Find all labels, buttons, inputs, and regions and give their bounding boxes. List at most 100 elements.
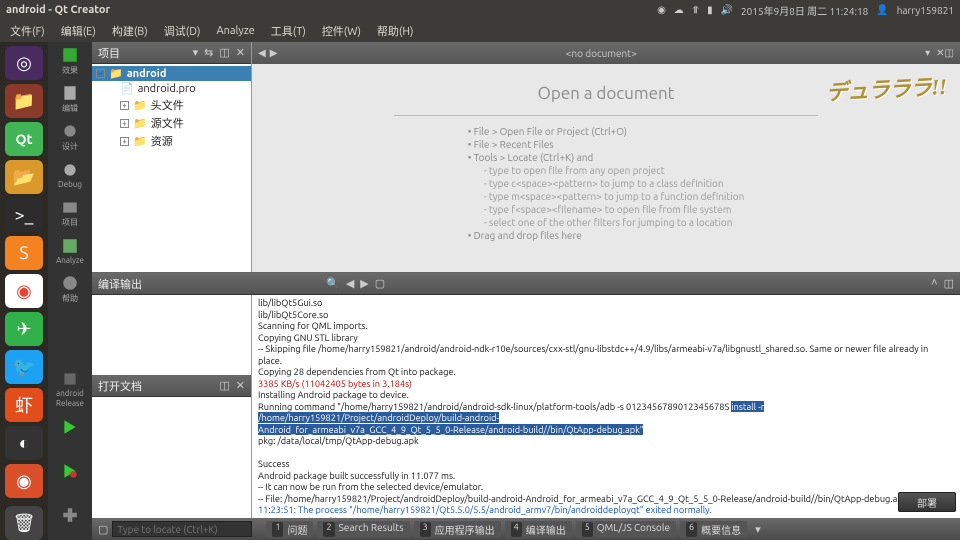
menu-帮助(H)[interactable]: 帮助(H) [371, 21, 420, 41]
close-pane-icon[interactable]: ✕ [236, 46, 245, 59]
mode-edit[interactable]: 编辑 [50, 80, 90, 118]
output-tab-4[interactable]: 4编译输出 [505, 521, 572, 538]
mode-help[interactable]: 帮助 [50, 270, 90, 308]
hint-line: • Tools > Locate (Ctrl+K) and [468, 152, 745, 163]
file-icon: 📄 [120, 82, 134, 95]
locator-input[interactable] [112, 521, 252, 537]
launcher-app-icon[interactable]: ✈ [5, 312, 43, 346]
opendoc-split-icon[interactable]: ◫ [219, 379, 229, 392]
output-line: pkg: /data/local/tmp/QtApp-debug.apk [258, 435, 954, 447]
menu-文件(F)[interactable]: 文件(F) [4, 21, 51, 41]
status-bar: ▢ 1问题2Search Results 3应用程序输出4编译输出5QML/JS … [92, 518, 960, 540]
locator-icon[interactable]: ▢ [98, 523, 108, 536]
compile-output-header: 编译输出 🔍 ◀ ▶ ▢ ˄ ◫ [92, 273, 960, 295]
output-tab-3[interactable]: 3应用程序输出 [414, 521, 501, 538]
launcher-app3-icon[interactable]: ◉ [5, 464, 43, 498]
welcome-placeholder: デュラララ!! Open a document • File > Open Fi… [252, 64, 960, 272]
wifi-icon[interactable]: ⥣ [692, 4, 699, 16]
nav-fwd-icon[interactable]: ▶ [270, 47, 278, 59]
network-icon[interactable]: ◉ [657, 4, 666, 16]
launcher-app2-icon[interactable]: ◐ [5, 426, 43, 460]
clear-icon[interactable]: ▢ [375, 277, 385, 290]
launcher-files-icon[interactable]: 📁 [5, 84, 43, 118]
volume-icon[interactable]: 🔊 [721, 4, 733, 16]
split-editor-icon[interactable]: ▾ [925, 47, 930, 59]
launcher-trash-icon[interactable]: 🗑 [5, 506, 43, 540]
compile-output-title: 编译输出 [98, 276, 142, 292]
expand-icon[interactable]: + [120, 101, 129, 110]
tree-item[interactable]: + 📁 源文件 [92, 114, 251, 132]
mode-design[interactable]: 设计 [50, 118, 90, 156]
output-line: Success [258, 458, 954, 470]
menu-构建(B)[interactable]: 构建(B) [106, 21, 154, 41]
mode-proj[interactable]: 项目 [50, 194, 90, 232]
kit-selector[interactable]: android Release [50, 370, 90, 408]
minimize-editor-icon[interactable]: ◫ [945, 47, 954, 59]
launcher-chrome-icon[interactable]: ◉ [5, 274, 43, 308]
menu-编辑(E)[interactable]: 编辑(E) [55, 21, 102, 41]
output-tab-6[interactable]: 6概要信息 [680, 521, 747, 538]
battery-icon[interactable]: ▮ [707, 4, 713, 16]
tree-root[interactable]: − 📁 android [92, 66, 251, 81]
close-output-icon[interactable]: ◫ [944, 277, 954, 290]
sync-icon[interactable]: ⇆ [204, 46, 213, 59]
run-button[interactable] [50, 408, 90, 446]
mode-qt[interactable]: 效果 [50, 42, 90, 80]
output-line: Running command "/home/harry159821/andro… [258, 401, 954, 424]
output-tab-2[interactable]: 2Search Results [317, 521, 409, 538]
tree-item[interactable]: 📄 android.pro [92, 81, 251, 96]
zoom-icon[interactable]: 🔍 [326, 277, 340, 290]
menu-调试(D)[interactable]: 调试(D) [158, 21, 207, 41]
locator[interactable] [112, 521, 262, 537]
project-tree[interactable]: − 📁 android 📄 android.pro+ 📁 头文件+ 📁 源文件+… [92, 64, 251, 272]
tree-item[interactable]: + 📁 资源 [92, 132, 251, 150]
menu-Analyze[interactable]: Analyze [210, 23, 260, 39]
welcome-hints: • File > Open File or Project (Ctrl+O)• … [468, 124, 745, 243]
collapse-icon[interactable]: ˄ [931, 277, 937, 290]
prev-icon[interactable]: ◀ [346, 277, 354, 290]
launcher-xiami-icon[interactable]: 虾 [5, 388, 43, 422]
opendoc-close-icon[interactable]: ✕ [236, 379, 245, 392]
expand-icon[interactable]: + [120, 119, 129, 128]
close-doc-icon[interactable]: ✕ [936, 47, 944, 59]
status-more-icon[interactable]: ▾ [755, 523, 761, 536]
output-tab-1[interactable]: 1问题 [266, 521, 313, 538]
expand-icon[interactable]: − [96, 69, 105, 78]
output-line: Copying GNU STL library [258, 332, 954, 344]
menu-工具(T)[interactable]: 工具(T) [265, 21, 312, 41]
debug-run-button[interactable] [50, 452, 90, 490]
user-name[interactable]: harry159821 [897, 5, 954, 16]
output-line: Android package built successfully in 11… [258, 470, 954, 482]
mode-analyze[interactable]: Analyze [50, 232, 90, 270]
output-line: Copying 28 dependencies from Qt into pac… [258, 366, 954, 378]
hint-line: - type f<space><filename> to open file f… [468, 204, 745, 215]
datetime[interactable]: 2015年9月8日 周二 11:24:18 [741, 3, 868, 18]
watermark-logo: デュラララ!! [825, 69, 947, 107]
output-line: lib/libQt5Core.so [258, 309, 954, 321]
expand-icon[interactable]: + [120, 137, 129, 146]
split-icon[interactable]: ◫ [219, 46, 229, 59]
compile-output-body[interactable]: lib/libQt5Gui.solib/libQt5Core.soScannin… [252, 295, 960, 518]
launcher-folder-icon[interactable]: 📂 [5, 160, 43, 194]
menu-bar: 文件(F)编辑(E)构建(B)调试(D)Analyze 工具(T)控件(W)帮助(… [0, 20, 960, 42]
deploy-indicator[interactable]: 部署 [898, 492, 956, 512]
filter-icon[interactable]: ▾ [193, 46, 199, 59]
cloud-icon[interactable]: ☁ [674, 4, 684, 16]
user-icon[interactable]: 👤 [876, 4, 888, 16]
tree-item[interactable]: + 📁 头文件 [92, 96, 251, 114]
launcher-twitter-icon[interactable]: 🐦 [5, 350, 43, 384]
launcher-dash-icon[interactable]: ◎ [5, 46, 43, 80]
launcher-qt-icon[interactable]: Qt [5, 122, 43, 156]
output-tab-5[interactable]: 5QML/JS Console [576, 521, 676, 538]
build-button[interactable] [50, 496, 90, 534]
next-icon[interactable]: ▶ [360, 277, 368, 290]
launcher-terminal-icon[interactable]: >_ [5, 198, 43, 232]
output-line: -- File: /home/harry159821/Project/andro… [258, 493, 954, 505]
menu-控件(W)[interactable]: 控件(W) [316, 21, 367, 41]
output-line: Scanning for QML imports. [258, 320, 954, 332]
bottom-output: 编译输出 🔍 ◀ ▶ ▢ ˄ ◫ 打开文档 ◫✕ [92, 272, 960, 518]
hint-line: • File > Recent Files [468, 139, 745, 150]
nav-back-icon[interactable]: ◀ [258, 47, 266, 59]
mode-bug[interactable]: Debug [50, 156, 90, 194]
launcher-sublime-icon[interactable]: S [5, 236, 43, 270]
